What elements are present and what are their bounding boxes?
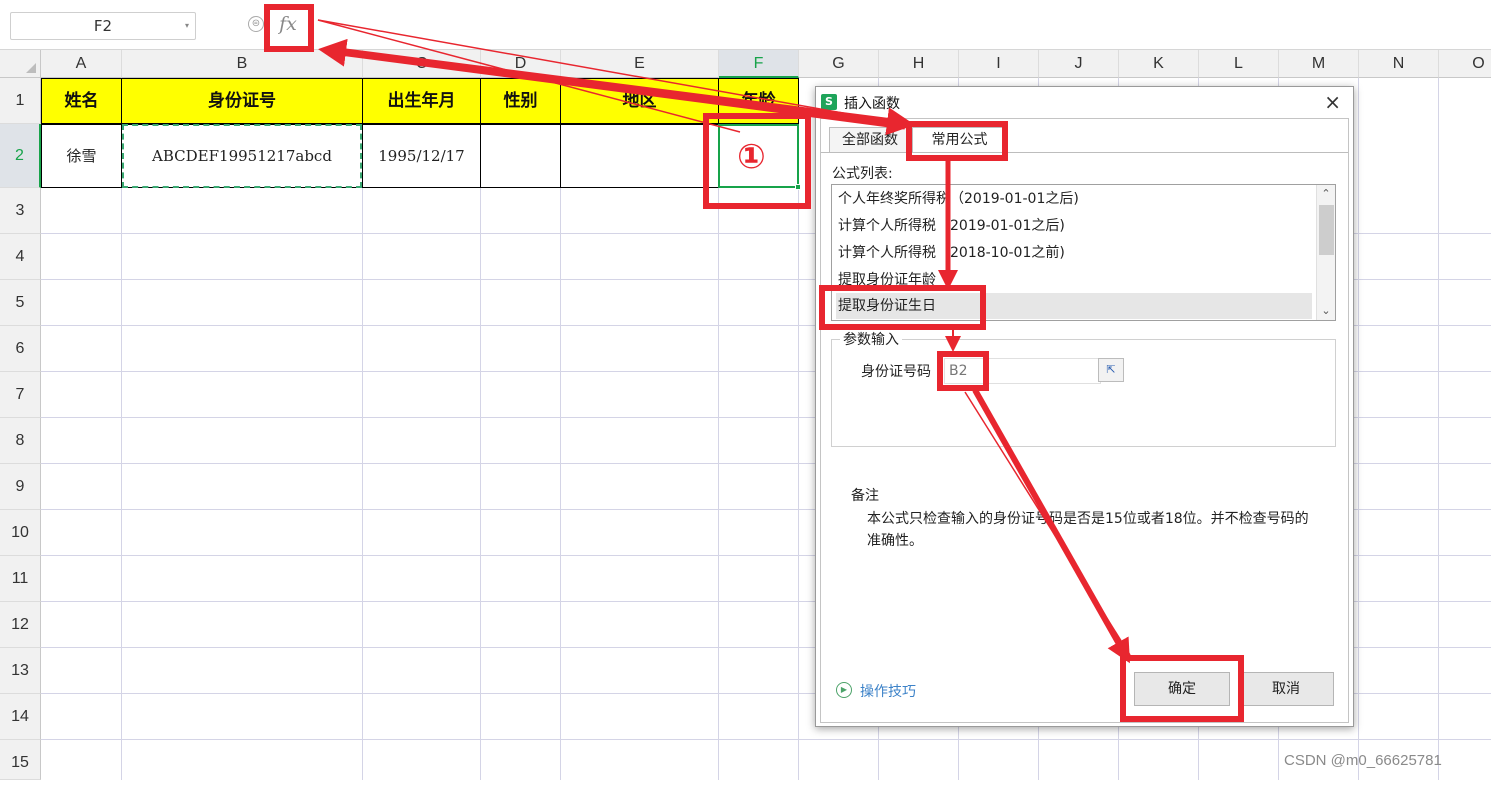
highlight-selected-formula	[819, 285, 986, 330]
highlight-param-input	[937, 351, 989, 391]
thick-arrow-to-tab	[329, 46, 915, 136]
thin-arrow-line	[317, 19, 906, 125]
thick-arrow-to-ok	[972, 388, 1130, 664]
highlight-ok-button	[1120, 655, 1244, 722]
highlight-common-tab	[906, 121, 1008, 161]
watermark: CSDN @m0_66625781	[1284, 752, 1442, 769]
step-marker: ①	[737, 137, 766, 177]
highlight-fx	[264, 4, 314, 52]
